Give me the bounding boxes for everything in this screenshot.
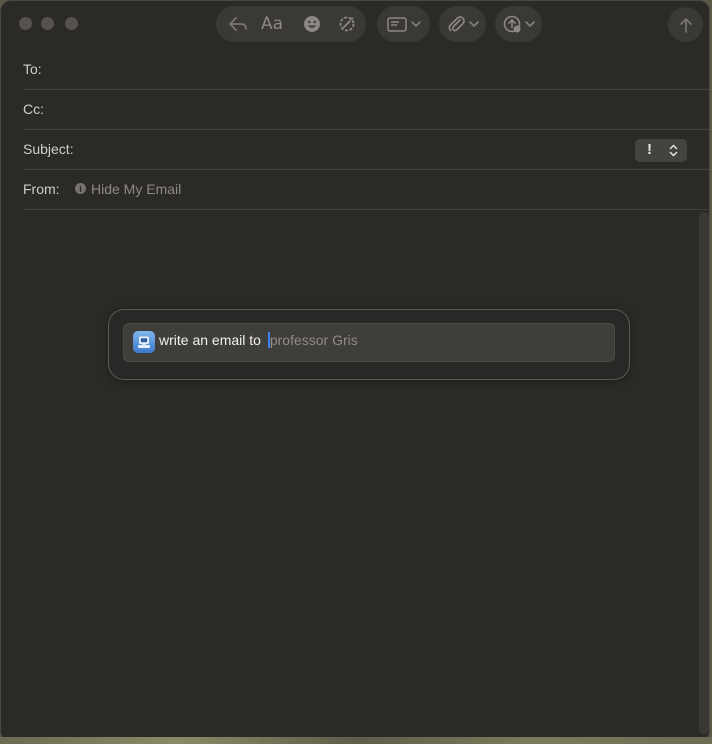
format-text-icon[interactable]: Aa	[257, 6, 287, 42]
info-icon[interactable]: i	[75, 183, 86, 194]
zoom-button[interactable]	[65, 17, 78, 30]
prompt-text-wrapper: write an email to professor Gris	[159, 332, 358, 348]
divider	[23, 209, 710, 210]
cc-field[interactable]	[48, 100, 688, 120]
format-text-label: Aa	[260, 14, 284, 34]
prompt-typed-text: write an email to	[159, 332, 265, 348]
desktop-wallpaper	[0, 737, 712, 744]
compose-window: Aa To: Cc: Subject: ! From: i Hide My Em…	[0, 0, 710, 742]
chevron-down-icon	[410, 6, 422, 42]
scrollbar[interactable]	[699, 212, 709, 734]
subject-label: Subject:	[23, 141, 74, 157]
send-button[interactable]	[668, 7, 703, 42]
cc-label: Cc:	[23, 101, 44, 117]
prompt-suggestion-text: professor Gris	[269, 332, 358, 348]
priority-select[interactable]: !	[635, 139, 687, 162]
to-field[interactable]	[48, 60, 688, 80]
divider	[23, 169, 710, 170]
divider	[23, 129, 710, 130]
emoji-icon[interactable]	[297, 6, 327, 42]
attachment-icon	[446, 6, 466, 42]
subject-field[interactable]	[80, 140, 620, 160]
from-field[interactable]: Hide My Email	[91, 181, 181, 197]
close-button[interactable]	[19, 17, 32, 30]
attachment-menu[interactable]	[439, 6, 486, 42]
format-toolbar-group: Aa	[216, 6, 366, 42]
writing-tools-icon[interactable]	[332, 6, 362, 42]
header-fields-icon	[386, 6, 408, 42]
divider	[23, 89, 710, 90]
reply-icon[interactable]	[223, 6, 253, 42]
prompt-input[interactable]: write an email to professor Gris	[123, 323, 615, 362]
app-icon	[133, 331, 155, 353]
updown-chevron-icon	[669, 144, 678, 157]
from-label: From:	[23, 181, 60, 197]
prompt-panel: write an email to professor Gris	[109, 310, 629, 379]
minimize-button[interactable]	[41, 17, 54, 30]
send-icon	[679, 17, 692, 33]
priority-value: !	[647, 141, 652, 158]
photo-browser-icon	[501, 6, 523, 42]
chevron-down-icon	[468, 6, 480, 42]
to-label: To:	[23, 61, 42, 77]
photo-browser-menu[interactable]	[495, 6, 542, 42]
chevron-down-icon	[524, 6, 536, 42]
toolbar: Aa	[0, 0, 710, 50]
header-fields-menu[interactable]	[377, 6, 430, 42]
